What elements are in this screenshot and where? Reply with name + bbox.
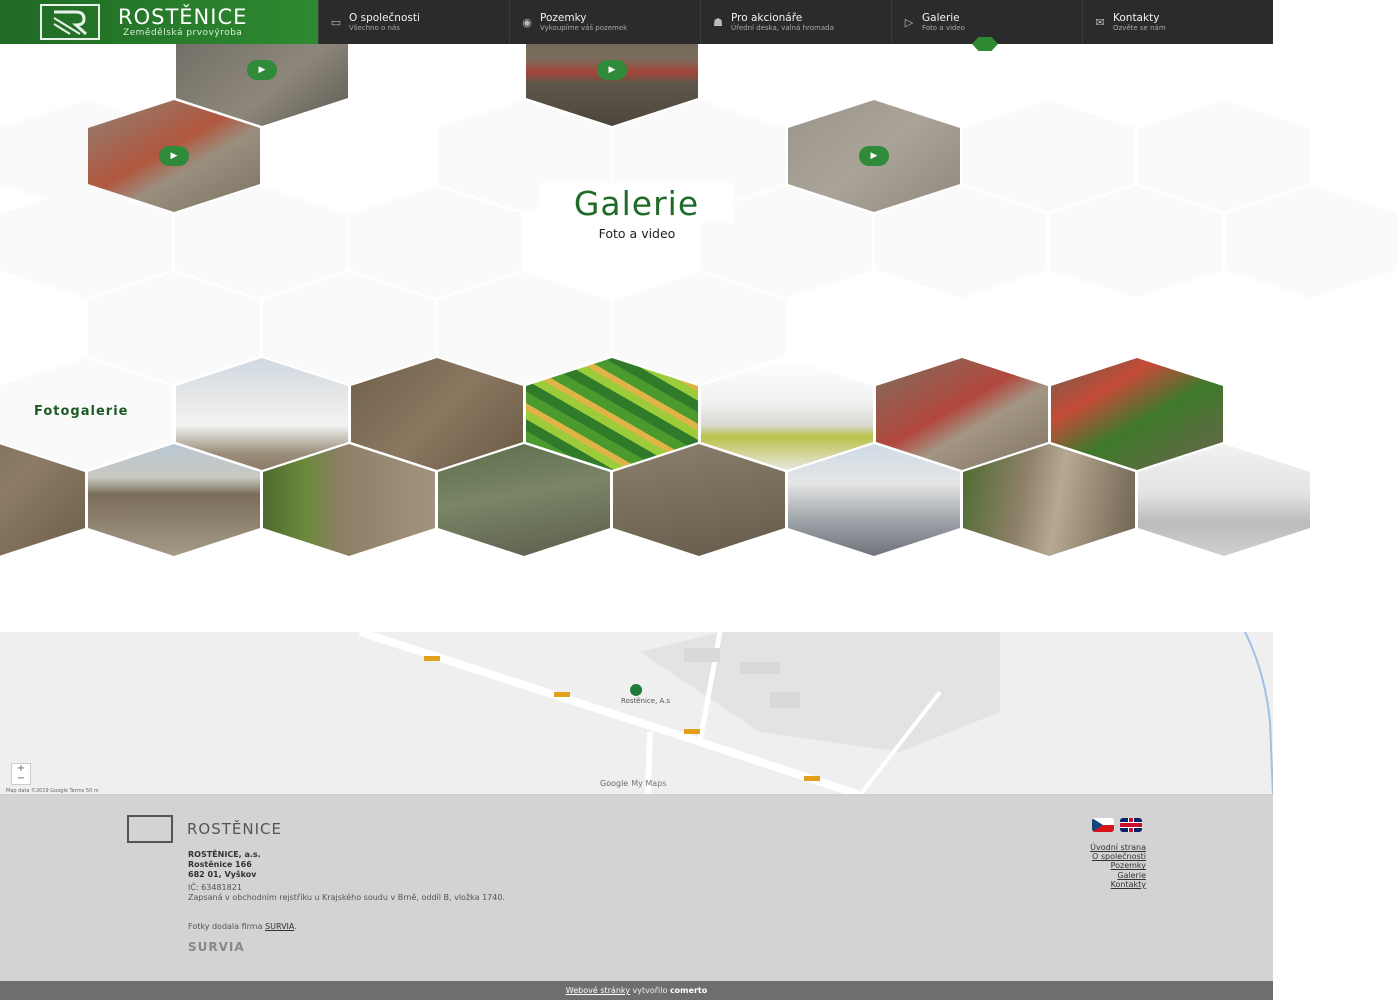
brand-name: ROSTĚNICE [118, 4, 248, 29]
company-city: 682 01, Vyškov [188, 870, 257, 879]
zoom-out-button[interactable]: − [12, 774, 30, 784]
footer-link-contacts[interactable]: Kontakty [1090, 880, 1146, 889]
document-icon: ▭ [330, 15, 342, 29]
company-ic: IČ: 63481821 [188, 883, 242, 892]
footer-link-about[interactable]: O společnosti [1090, 852, 1146, 861]
nav-sublabel: Všechno o nás [349, 23, 400, 32]
survia-logo[interactable]: SURVIA [188, 940, 245, 954]
nav-item-o-spolecnosti[interactable]: ▭ O společnosti Všechno o nás [318, 0, 509, 44]
brand-logo[interactable]: ROSTĚNICE Zemědělská prvovýroba [0, 0, 318, 44]
credit-link[interactable]: Webové stránky [566, 986, 630, 995]
nav-item-kontakty[interactable]: ✉ Kontakty Ozvěte se nám [1082, 0, 1273, 44]
play-icon[interactable]: ▶ [247, 60, 277, 80]
play-icon[interactable]: ▶ [859, 146, 889, 166]
footer-links: Úvodní strana O společnosti Pozemky Gale… [1090, 843, 1146, 889]
company-registration: IČ: 63481821 Zapsaná v obchodním rejstří… [188, 883, 505, 903]
footer: ROSTĚNICE ROSTĚNICE, a.s. Rostěnice 166 … [0, 795, 1273, 981]
nav-sublabel: Ozvěte se nám [1113, 23, 1166, 32]
nav-sublabel: Foto a video [922, 23, 965, 32]
language-switcher [1092, 818, 1142, 832]
company-name: ROSTĚNICE, a.s. [188, 850, 261, 859]
page-title: Galerie [540, 183, 733, 223]
logo-mark [40, 4, 100, 40]
credit-text: vytvořilo [632, 986, 668, 995]
mymaps-label: My Maps [631, 779, 667, 788]
company-address: ROSTĚNICE, a.s. Rostěnice 166 682 01, Vy… [188, 850, 261, 880]
top-navigation: ROSTĚNICE Zemědělská prvovýroba ▭ O spol… [0, 0, 1273, 44]
play-icon[interactable]: ▶ [159, 146, 189, 166]
comerto-logo[interactable]: comerto [670, 986, 707, 995]
play-icon: ▷ [904, 15, 914, 29]
nav-label: Kontakty [1113, 11, 1160, 24]
nav-item-pozemky[interactable]: ◉ Pozemky Vykoupíme váš pozemek [509, 0, 700, 44]
envelope-icon: ✉ [1095, 15, 1105, 29]
brand-subtitle: Zemědělská prvovýroba [122, 27, 243, 38]
nav-label: O společnosti [349, 11, 420, 24]
page-subtitle: Foto a video [580, 226, 694, 241]
nav-sublabel: Vykoupíme váš pozemek [540, 23, 628, 32]
footer-logo[interactable]: ROSTĚNICE [127, 815, 282, 843]
footer-link-gallery[interactable]: Galerie [1090, 871, 1146, 880]
footer-brand-name: ROSTĚNICE [187, 820, 282, 838]
footer-link-land[interactable]: Pozemky [1090, 861, 1146, 870]
nav-item-pro-akcionare[interactable]: ☗ Pro akcionáře Úřední deska, valná hroma… [700, 0, 891, 44]
nav-sublabel: Úřední deska, valná hromada [731, 23, 834, 32]
photo-gallery-label: Fotogalerie [34, 404, 129, 419]
company-register: Zapsaná v obchodním rejstříku u Krajskéh… [188, 893, 505, 902]
play-icon[interactable]: ▶ [597, 60, 627, 80]
photo-credit-text: Fotky dodala firma [188, 922, 263, 931]
survia-link[interactable]: SURVIA [265, 922, 294, 931]
czech-flag-icon[interactable] [1092, 818, 1114, 832]
google-logo: Google [600, 779, 629, 788]
english-flag-icon[interactable] [1120, 818, 1142, 832]
nav-item-galerie[interactable]: ▷ Galerie Foto a video [891, 0, 1082, 44]
photo-credit: Fotky dodala firma SURVIA. [188, 922, 297, 931]
location-map[interactable]: Rostěnice, A.s + − Map data ©2019 Google … [0, 632, 1273, 795]
logo-r-icon [127, 815, 173, 843]
eye-icon: ◉ [522, 15, 532, 29]
map-branding: Google My Maps [600, 779, 666, 788]
map-credit: Map data ©2019 Google Terms 50 m [6, 788, 99, 794]
main-menu: ▭ O společnosti Všechno o nás ◉ Pozemky Vy… [318, 0, 1273, 44]
page-title-text: Galerie [573, 183, 700, 223]
nav-label: Galerie [922, 11, 960, 24]
map-place-label[interactable]: Rostěnice, A.s [621, 697, 670, 705]
page: ROSTĚNICE Zemědělská prvovýroba ▭ O spol… [0, 0, 1400, 1000]
footer-link-home[interactable]: Úvodní strana [1090, 843, 1146, 852]
logo-r-icon [53, 10, 88, 36]
company-street: Rostěnice 166 [188, 860, 252, 869]
map-zoom-control[interactable]: + − [11, 763, 31, 785]
credit-bar: Webové stránky vytvořilo comerto [0, 981, 1273, 1000]
nav-label: Pro akcionáře [731, 11, 803, 24]
handshake-icon: ☗ [713, 15, 723, 29]
nav-label: Pozemky [540, 11, 587, 24]
map-canvas [0, 632, 1273, 794]
